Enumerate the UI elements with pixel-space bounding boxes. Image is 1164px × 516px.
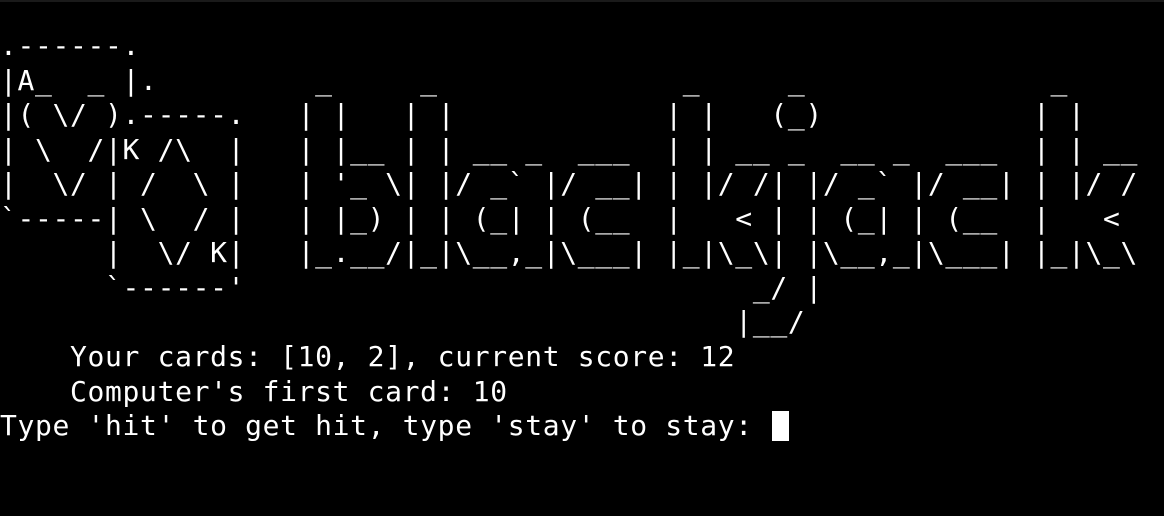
player-cards-line: Your cards: [10, 2], current score: 12 xyxy=(0,340,736,373)
game-output: Your cards: [10, 2], current score: 12 C… xyxy=(0,340,790,444)
input-prompt-text: Type 'hit' to get hit, type 'stay' to st… xyxy=(0,409,771,442)
terminal-window[interactable]: .------. |A_ _ |. _ _ _ _ _ |( \/ ).----… xyxy=(0,0,1164,516)
computer-card-line: Computer's first card: 10 xyxy=(0,374,508,408)
ascii-art-line: .------. xyxy=(0,29,1086,62)
text-cursor[interactable] xyxy=(772,411,790,441)
input-prompt-line[interactable]: Type 'hit' to get hit, type 'stay' to st… xyxy=(0,409,790,444)
ascii-art-line: `-----| \ / | | |_) | | (_| | (__ | < | … xyxy=(0,201,1121,235)
ascii-art-line: `------' _/ | xyxy=(0,270,823,304)
ascii-art-line: | \ /|K /\ | | |__ | | __ _ ___ | | __ _… xyxy=(0,132,1138,166)
ascii-art-line: | \/ K| |_.__/|_|\__,_|\___| |_|\_\| |\_… xyxy=(0,236,1138,269)
blackjack-ascii-art: .------. |A_ _ |. _ _ _ _ _ |( \/ ).----… xyxy=(0,29,1138,340)
ascii-art-line: | \/ | / \ | | '_ \| |/ _` |/ __| | |/ /… xyxy=(0,167,1138,200)
window-top-border xyxy=(0,0,1164,2)
ascii-art-line: |__/ xyxy=(0,305,806,338)
ascii-art-line: |A_ _ |. _ _ _ _ _ xyxy=(0,63,1068,97)
ascii-art-line: |( \/ ).-----. | | | | | | (_) | | xyxy=(0,98,1086,131)
